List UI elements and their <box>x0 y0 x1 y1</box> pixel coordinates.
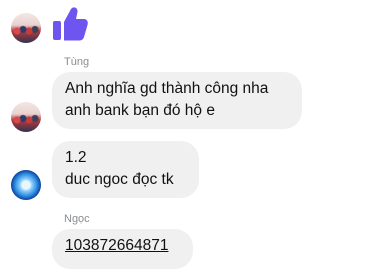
avatar[interactable] <box>11 170 41 200</box>
message-text: 1.2 <box>65 149 87 166</box>
avatar[interactable] <box>11 102 41 132</box>
message-text: duc ngoc đọc tk <box>65 171 174 188</box>
avatar[interactable] <box>11 13 41 43</box>
message-bubble[interactable]: 1.2 duc ngoc đọc tk <box>52 141 199 198</box>
message-bubble[interactable]: Anh nghĩa gd thành công nha anh bank bạn… <box>52 72 302 129</box>
sender-name: Ngọc <box>64 213 90 225</box>
thumbs-up-icon[interactable] <box>50 4 90 44</box>
account-number-link[interactable]: 103872664871 <box>65 235 180 257</box>
message-text: anh bank bạn đó hộ e <box>65 102 215 119</box>
message-bubble[interactable]: 103872664871 <box>52 229 193 269</box>
sender-name: Tùng <box>64 56 90 68</box>
message-text: Anh nghĩa gd thành công nha <box>65 80 269 97</box>
